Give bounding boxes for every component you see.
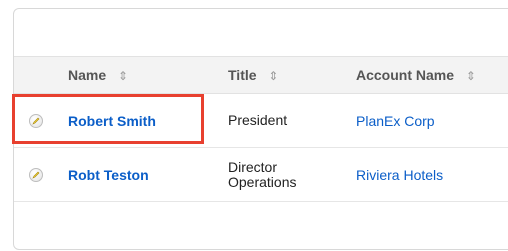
edit-cell: [29, 148, 43, 201]
contact-title-line: Director: [228, 158, 278, 175]
column-header-label: Title: [228, 67, 257, 83]
contact-title-line: Operations: [228, 173, 297, 190]
sort-arrows-icon[interactable]: ⇕: [268, 58, 278, 94]
contact-name-link[interactable]: Robert Smith: [68, 94, 156, 147]
table-row: Robert Smith President PlanEx Corp: [14, 94, 508, 148]
table-header: Name ⇕ Title ⇕ Account Name ⇕: [14, 56, 508, 94]
contact-title: President: [228, 112, 288, 128]
column-header-name[interactable]: Name ⇕: [68, 57, 128, 93]
sort-arrows-icon[interactable]: ⇕: [118, 58, 128, 94]
pencil-edit-icon[interactable]: [29, 113, 43, 128]
column-header-account-name[interactable]: Account Name ⇕: [356, 57, 476, 93]
table-row: Robt Teston Director Operations Riviera …: [14, 148, 508, 202]
column-header-label: Account Name: [356, 67, 455, 83]
column-header-title[interactable]: Title ⇕: [228, 57, 278, 93]
account-name-link[interactable]: Riviera Hotels: [356, 148, 443, 201]
account-name-link[interactable]: PlanEx Corp: [356, 94, 435, 147]
column-header-label: Name: [68, 67, 107, 83]
contact-name-link[interactable]: Robt Teston: [68, 148, 149, 201]
pencil-edit-icon[interactable]: [29, 167, 43, 182]
sort-arrows-icon[interactable]: ⇕: [466, 58, 476, 94]
contact-title: Director Operations: [228, 148, 296, 201]
edit-cell: [29, 94, 43, 147]
